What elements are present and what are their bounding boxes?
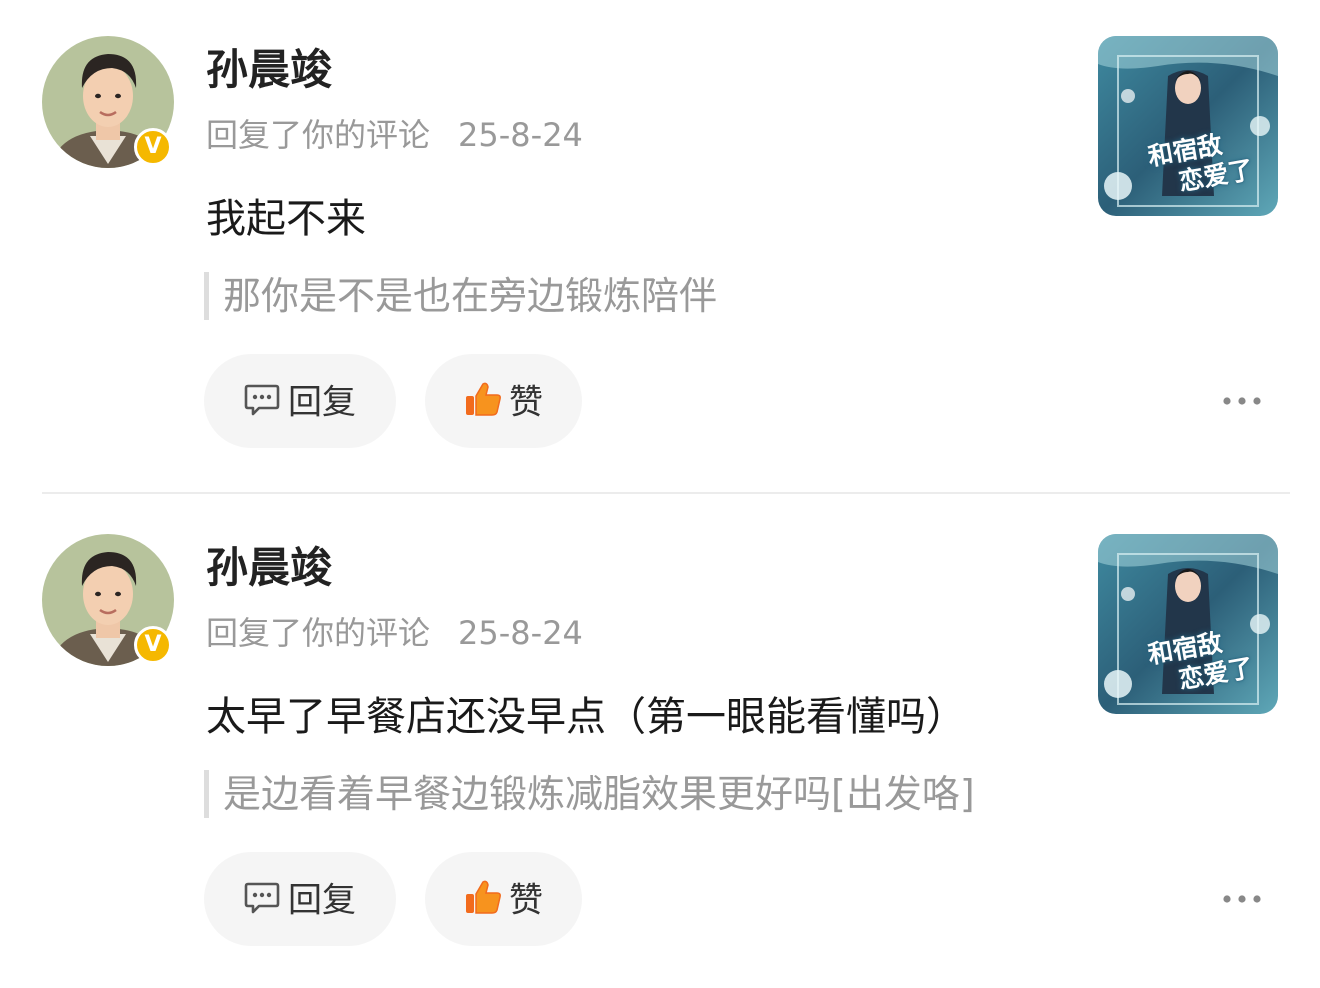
reply-label: 回复 bbox=[288, 382, 356, 423]
thumbs-up-icon bbox=[463, 379, 503, 419]
like-button[interactable]: 赞 bbox=[425, 354, 582, 448]
like-button[interactable]: 赞 bbox=[425, 852, 582, 946]
post-thumbnail[interactable]: 和宿敌 恋爱了 bbox=[1098, 534, 1278, 714]
quoted-comment[interactable]: 那你是不是也在旁边锻炼陪伴 bbox=[204, 272, 717, 320]
comment-date: 25-8-24 bbox=[458, 614, 583, 652]
comment-meta: 回复了你的评论 25-8-24 bbox=[206, 113, 583, 157]
notification-item: V 孙晨竣 回复了你的评论 25-8-24 太早了早餐店还没早点（第一眼能看懂吗）… bbox=[0, 498, 1320, 948]
username[interactable]: 孙晨竣 bbox=[206, 42, 332, 98]
more-dots-icon[interactable] bbox=[1221, 888, 1265, 910]
quoted-comment[interactable]: 是边看着早餐边锻炼减脂效果更好吗[出发咯] bbox=[204, 770, 975, 818]
reply-label: 回复 bbox=[288, 880, 356, 921]
like-label: 赞 bbox=[509, 382, 543, 423]
reply-button[interactable]: 回复 bbox=[204, 852, 396, 946]
thumbs-up-icon bbox=[463, 877, 503, 917]
action-text: 回复了你的评论 bbox=[206, 614, 431, 652]
comment-bubble-icon bbox=[242, 877, 282, 917]
comment-meta: 回复了你的评论 25-8-24 bbox=[206, 611, 583, 655]
more-dots-icon[interactable] bbox=[1221, 390, 1265, 412]
verified-badge-icon: V bbox=[134, 626, 172, 664]
comment-date: 25-8-24 bbox=[458, 116, 583, 154]
post-thumbnail[interactable]: 和宿敌 恋爱了 bbox=[1098, 36, 1278, 216]
notification-item: V 孙晨竣 回复了你的评论 25-8-24 我起不来 那你是不是也在旁边锻炼陪伴 … bbox=[0, 0, 1320, 450]
comment-content: 太早了早餐店还没早点（第一眼能看懂吗） bbox=[206, 694, 966, 740]
verified-badge-icon: V bbox=[134, 128, 172, 166]
comment-content: 我起不来 bbox=[206, 196, 366, 242]
comment-bubble-icon bbox=[242, 379, 282, 419]
reply-button[interactable]: 回复 bbox=[204, 354, 396, 448]
like-label: 赞 bbox=[509, 880, 543, 921]
action-text: 回复了你的评论 bbox=[206, 116, 431, 154]
username[interactable]: 孙晨竣 bbox=[206, 540, 332, 596]
divider bbox=[42, 492, 1290, 494]
